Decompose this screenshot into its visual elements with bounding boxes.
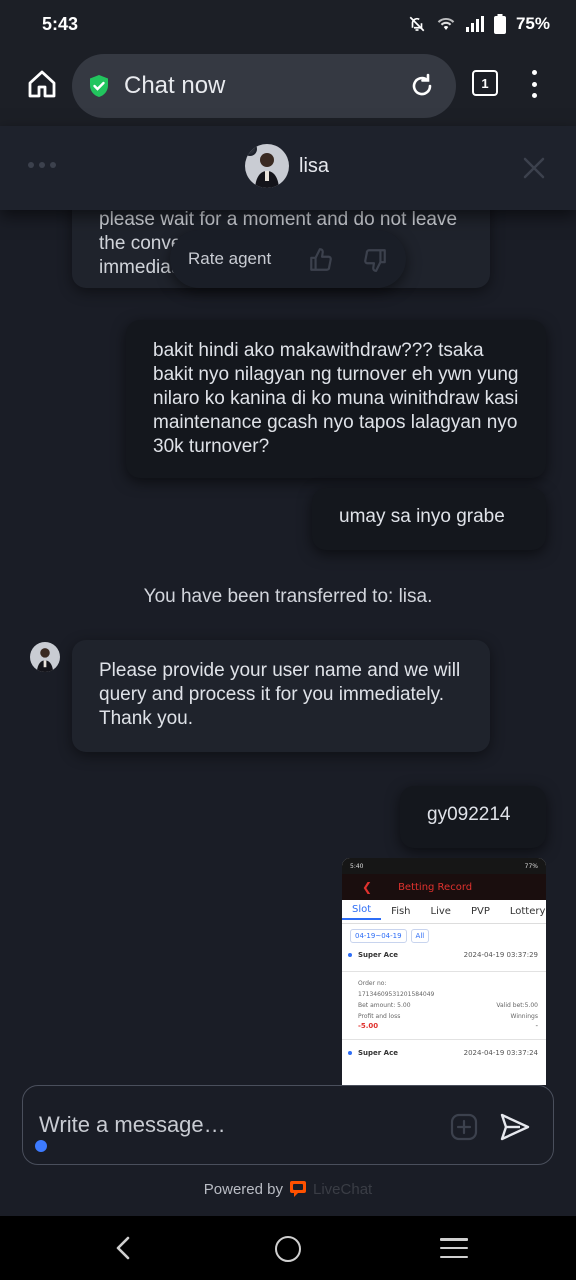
record-name: Super Ace xyxy=(358,951,398,959)
message-text: umay sa inyo grabe xyxy=(339,506,505,527)
attachment-record-row: Super Ace 2024-04-19 03:37:24 xyxy=(342,1046,546,1060)
profit-value: -5.00 xyxy=(358,1022,379,1030)
profit-value-row: -5.00 - xyxy=(342,1022,546,1030)
attachment-back-icon: ❮ xyxy=(362,880,373,894)
attachment-tabs: Slot Fish Live PVP Lottery xyxy=(342,900,546,924)
attachment-time: 5:40 xyxy=(350,862,364,870)
image-attachment[interactable]: 5:40 77% ❮ Betting Record Slot Fish Live… xyxy=(342,858,546,1085)
tab-switcher-button[interactable]: 1 xyxy=(472,70,498,96)
page-title: Chat now xyxy=(124,72,226,99)
message-text: Please provide your user name and we wil… xyxy=(99,660,461,729)
message-input[interactable] xyxy=(39,1108,439,1142)
wifi-icon xyxy=(437,17,455,30)
divider xyxy=(342,1030,546,1040)
chat-header: lisa xyxy=(0,126,576,210)
winnings-value: - xyxy=(535,1022,538,1030)
order-number: 17134609531201584049 xyxy=(358,991,435,998)
mute-icon xyxy=(409,16,425,32)
status-bar: 5:43 75% xyxy=(0,0,576,48)
attachment-record-row: Super Ace 2024-04-19 03:37:29 xyxy=(342,948,546,962)
profit-label-row: Profit and loss Winnings xyxy=(342,1011,546,1022)
agent-message: Please provide your user name and we wil… xyxy=(72,640,490,752)
recent-apps-button[interactable] xyxy=(440,1238,468,1258)
bet-row: Bet amount: 5.00 Valid bet:5.00 xyxy=(342,1000,546,1011)
attachment-tab: Fish xyxy=(391,906,411,917)
agent-avatar xyxy=(30,642,60,672)
agent-info: lisa xyxy=(245,144,329,188)
user-message: gy092214 xyxy=(400,786,546,848)
attachment-date-filter: 04-19~04-19 xyxy=(350,929,407,943)
signal-icon xyxy=(465,16,484,32)
rate-agent-bar: Rate agent xyxy=(170,230,406,288)
bet-amount: Bet amount: 5.00 xyxy=(358,1002,411,1009)
message-text: gy092214 xyxy=(427,804,511,825)
shield-check-icon xyxy=(90,75,108,97)
order-number-row: 17134609531201584049 xyxy=(342,989,546,1000)
attachment-filters: 04-19~04-19 All xyxy=(342,924,546,948)
battery-percent: 75% xyxy=(515,14,550,33)
attachment-tab: PVP xyxy=(470,906,490,917)
home-icon[interactable] xyxy=(26,68,58,100)
record-dot-icon xyxy=(348,1051,352,1055)
attachment-tab: Live xyxy=(430,906,451,917)
browser-toolbar: Chat now 1 xyxy=(0,48,576,126)
reload-icon[interactable] xyxy=(408,72,436,100)
browser-menu-button[interactable] xyxy=(522,68,546,100)
user-message: bakit hindi ako makawithdraw??? tsaka ba… xyxy=(126,320,546,478)
attachment-tab: Slot xyxy=(342,904,382,920)
powered-by: Powered by LiveChat xyxy=(0,1180,576,1198)
powered-by-label: Powered by xyxy=(203,1180,283,1198)
cursor-indicator xyxy=(35,1140,47,1152)
order-label: Order no: xyxy=(358,980,387,987)
record-name: Super Ace xyxy=(358,1049,398,1057)
record-time: 2024-04-19 03:37:24 xyxy=(463,1049,538,1057)
attachment-header: ❮ Betting Record xyxy=(342,874,546,900)
livechat-brand[interactable]: LiveChat xyxy=(313,1181,372,1198)
thumbs-down-icon[interactable] xyxy=(362,247,388,273)
attachment-all-filter: All xyxy=(410,929,430,943)
message-text: bakit hindi ako makawithdraw??? tsaka ba… xyxy=(153,340,519,457)
divider xyxy=(342,962,546,972)
back-icon[interactable] xyxy=(112,1236,134,1260)
livechat-logo-icon xyxy=(290,1181,306,1197)
status-time: 5:43 xyxy=(42,13,79,34)
add-attachment-icon[interactable] xyxy=(449,1112,479,1142)
system-navigation-bar xyxy=(0,1216,576,1280)
close-icon[interactable] xyxy=(522,156,546,180)
agent-avatar xyxy=(245,144,289,188)
record-time: 2024-04-19 03:37:29 xyxy=(463,951,538,959)
message-composer xyxy=(22,1085,554,1165)
more-options-button[interactable] xyxy=(28,162,56,168)
url-bar[interactable]: Chat now xyxy=(72,54,456,118)
rate-agent-label: Rate agent xyxy=(188,249,272,268)
status-icons: 75% xyxy=(408,14,550,34)
user-message: umay sa inyo grabe xyxy=(312,488,546,550)
send-icon[interactable] xyxy=(499,1112,531,1142)
profit-label: Profit and loss xyxy=(358,1013,401,1020)
system-message: You have been transferred to: lisa. xyxy=(143,586,433,607)
thumbs-up-icon[interactable] xyxy=(308,247,334,273)
order-label-row: Order no: xyxy=(342,978,546,989)
message-list[interactable]: please wait for a moment and do not leav… xyxy=(0,210,576,1085)
attachment-tab: Lottery xyxy=(509,906,546,917)
attachment-status-bar: 5:40 77% xyxy=(342,858,546,874)
valid-bet: Valid bet:5.00 xyxy=(496,1002,538,1009)
attachment-battery: 77% xyxy=(524,862,538,870)
agent-name: lisa xyxy=(299,154,330,177)
home-button[interactable] xyxy=(275,1236,301,1262)
record-dot-icon xyxy=(348,953,352,957)
winnings-label: Winnings xyxy=(510,1013,538,1020)
attachment-title: Betting Record xyxy=(398,881,473,893)
battery-icon xyxy=(493,14,506,34)
